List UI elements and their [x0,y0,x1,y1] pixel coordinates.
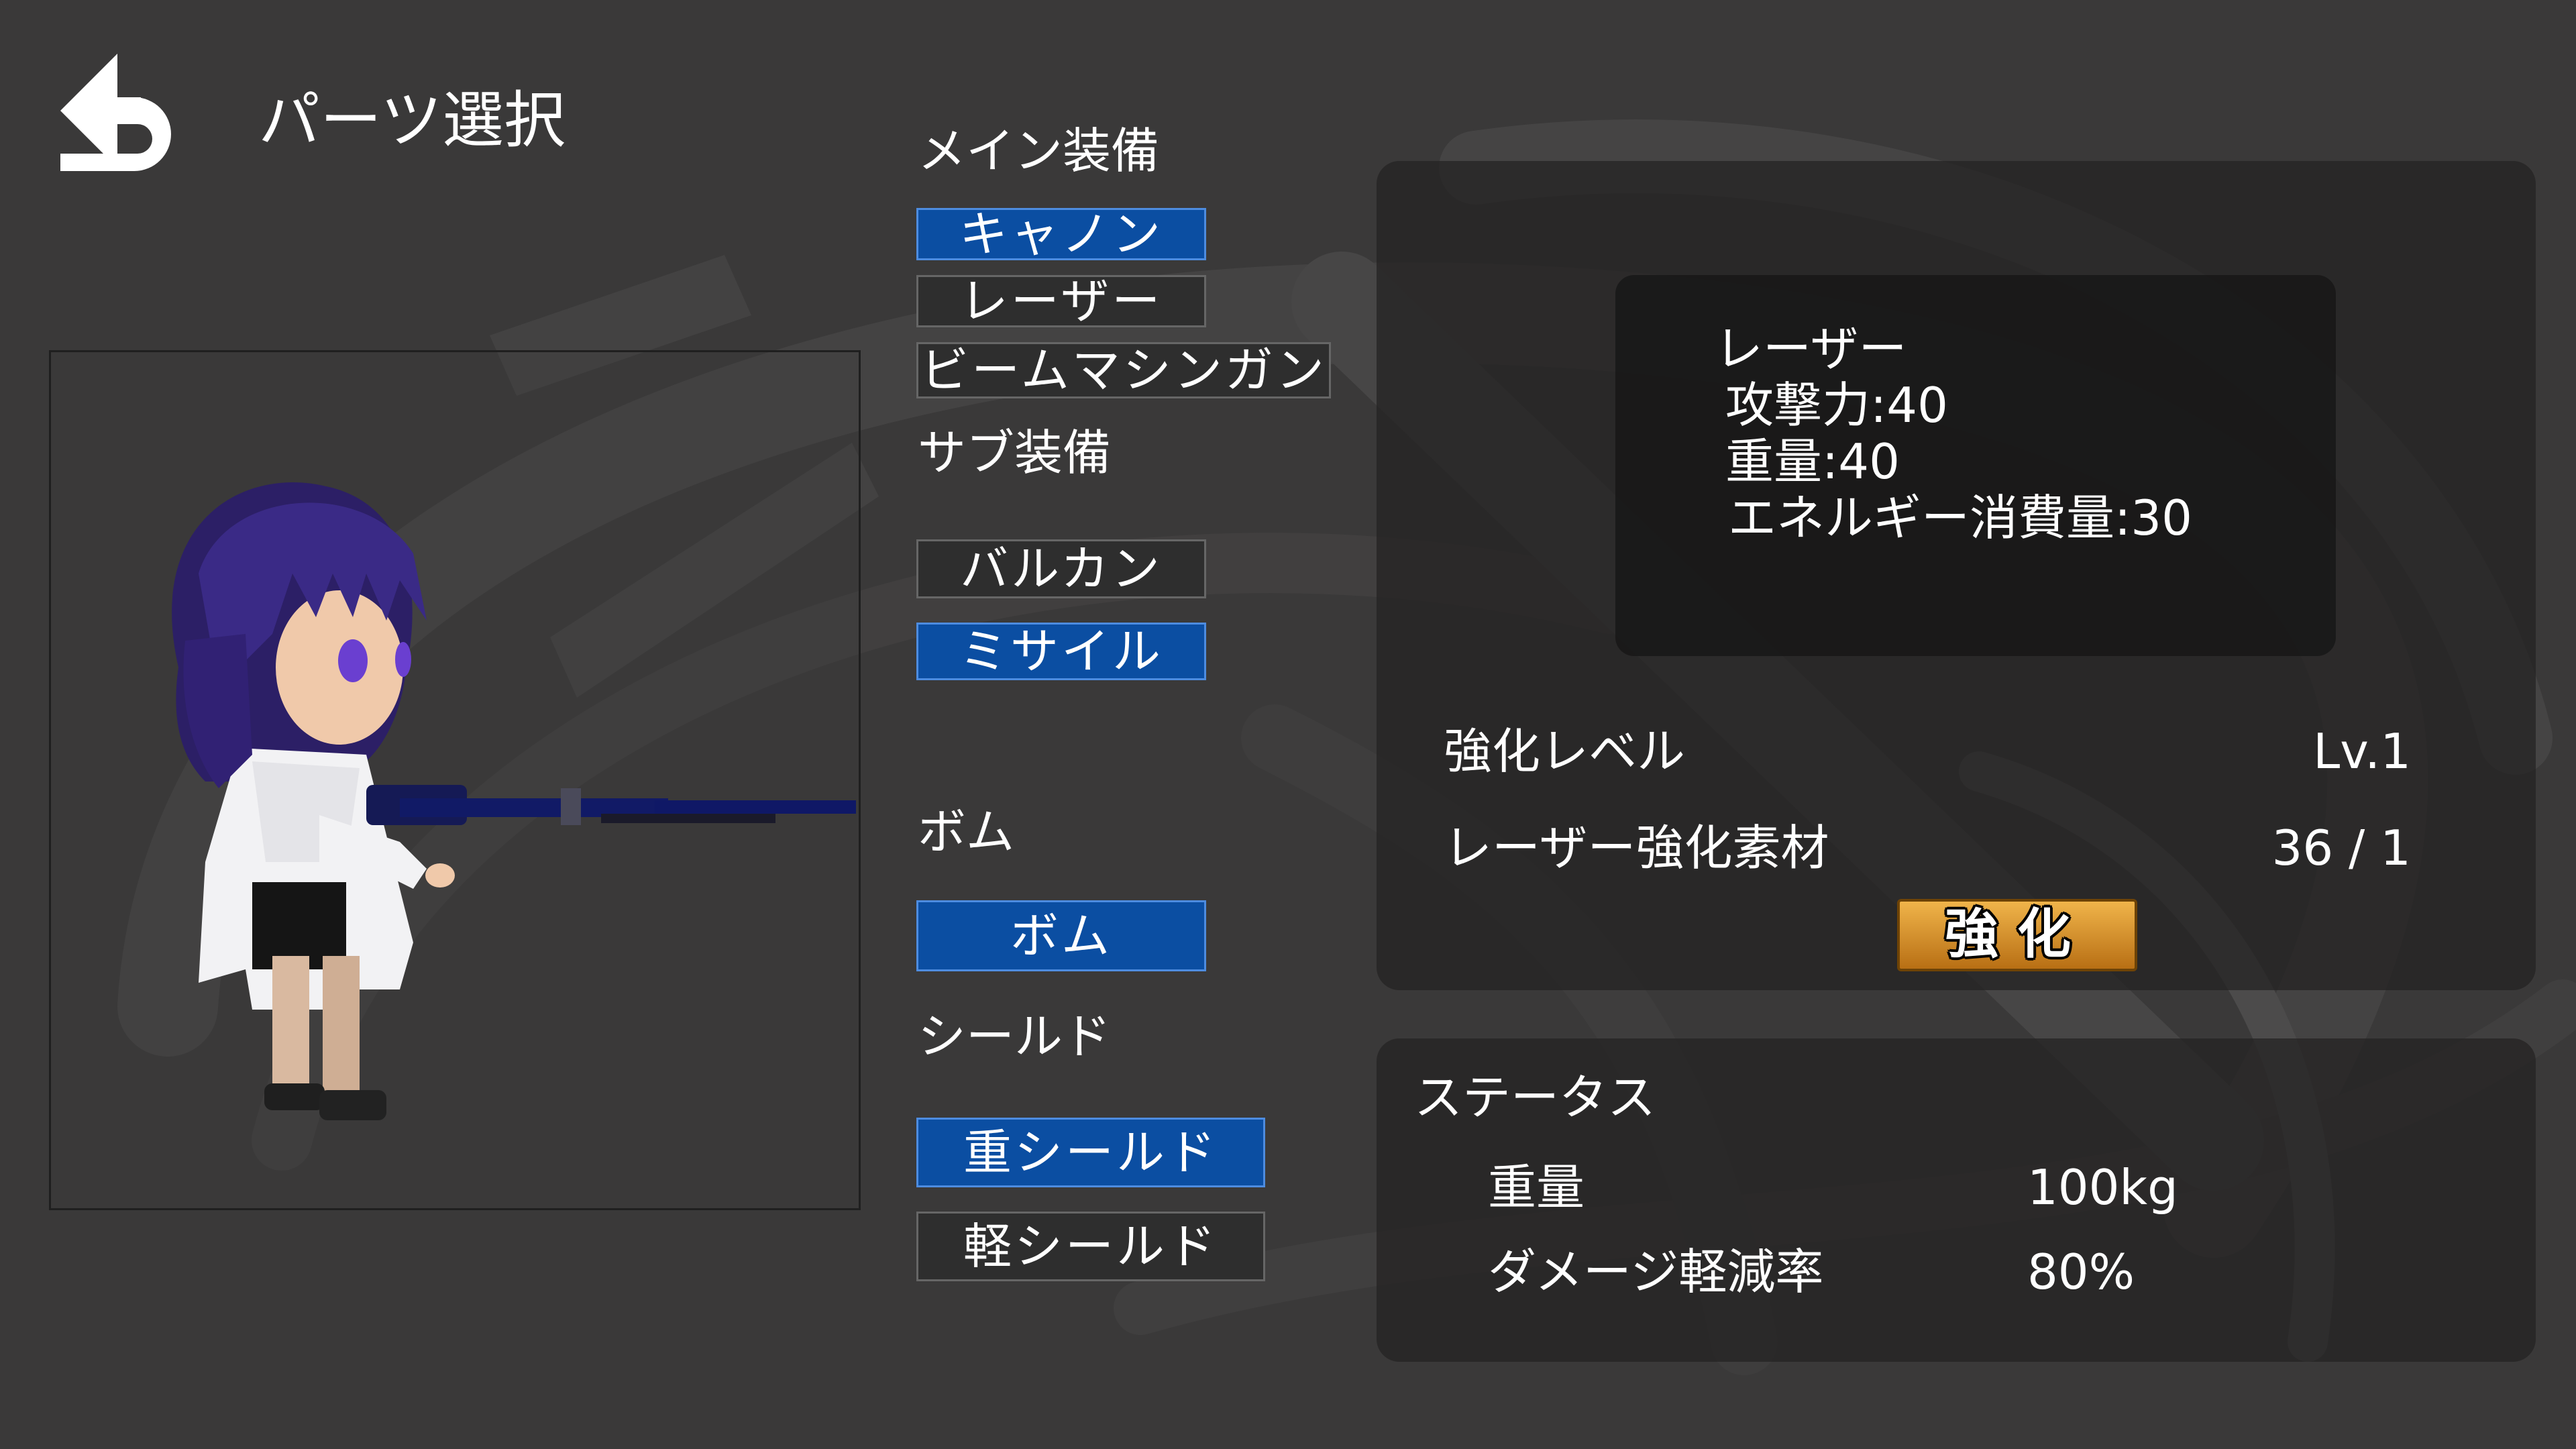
status-damage-reduction-label: ダメージ軽減率 [1488,1244,1824,1300]
status-damage-reduction-value: 80% [2027,1244,2135,1300]
character-preview[interactable] [49,350,861,1210]
status-weight-value: 100kg [2027,1159,2178,1216]
upgrade-level-value: Lv.1 [2313,723,2411,780]
upgrade-level-label: 強化レベル [1444,723,1686,780]
option-cannon[interactable]: キャノン [916,208,1206,260]
part-weight: 重量:40 [1725,433,1900,490]
back-arrow-icon [60,54,171,171]
option-beam-machinegun[interactable]: ビームマシンガン [916,342,1331,398]
option-bomb[interactable]: ボム [916,900,1206,971]
status-title: ステータス [1414,1069,1656,1126]
upgrade-material-label: レーザー強化素材 [1444,820,1829,876]
page-title: パーツ選択 [258,85,566,156]
option-light-shield[interactable]: 軽シールド [916,1212,1265,1281]
shield-label: シールド [918,1008,1112,1065]
sub-weapon-label: サブ装備 [918,425,1112,481]
character-model [172,482,856,1120]
option-vulcan[interactable]: バルカン [916,539,1206,598]
part-name: レーザー [1715,321,1907,377]
status-weight-label: 重量 [1488,1159,1585,1216]
part-energy: エネルギー消費量:30 [1728,490,2192,546]
main-weapon-label: メイン装備 [918,123,1160,179]
bomb-label: ボム [918,804,1015,860]
option-laser[interactable]: レーザー [916,275,1206,327]
part-attack: 攻撃力:40 [1725,377,1948,433]
option-heavy-shield[interactable]: 重シールド [916,1118,1265,1187]
upgrade-button[interactable]: 強化 [1897,899,2137,971]
option-missile[interactable]: ミサイル [916,623,1206,680]
upgrade-material-value: 36 / 1 [2271,820,2411,876]
back-button[interactable] [54,47,201,195]
